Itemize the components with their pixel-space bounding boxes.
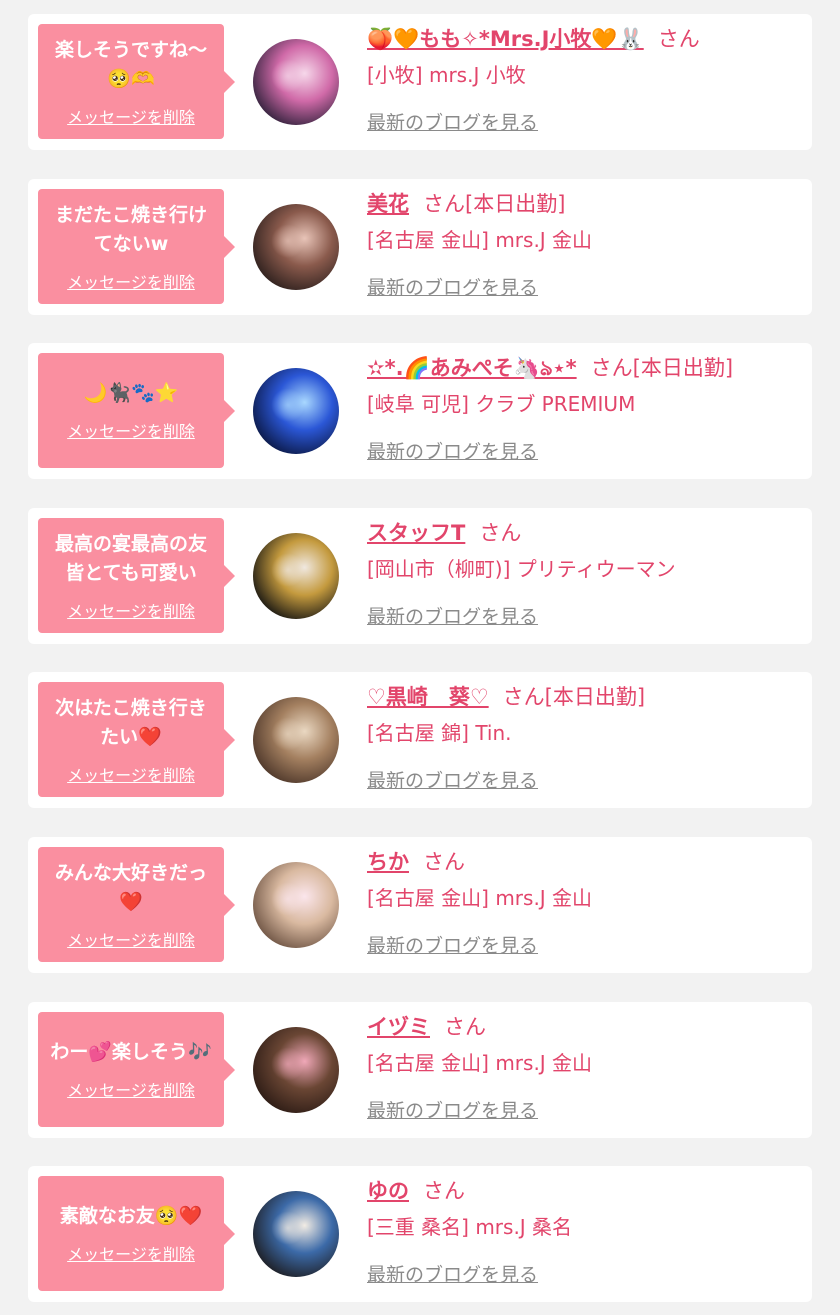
delete-message-link[interactable]: メッセージを削除 [67,418,195,442]
delete-message-link[interactable]: メッセージを削除 [67,1241,195,1265]
latest-blog-link[interactable]: 最新のブログを見る [367,931,538,958]
latest-blog-link[interactable]: 最新のブログを見る [367,602,538,629]
avatar-highlight [271,553,305,587]
shop-name: [名古屋 金山] mrs.J 金山 [367,1051,593,1075]
delete-message-link[interactable]: メッセージを削除 [67,598,195,622]
shop-name: [名古屋 錦] Tin. [367,721,512,745]
message-card: 素敵なお友🥺❤️ メッセージを削除 ゆの さん [三重 桑名] mrs.J 桑名 … [28,1166,812,1302]
name-line: イヅミ さん [367,1012,802,1042]
user-info: 🍑🧡もも✧*Mrs.J小牧🧡🐰 さん [小牧] mrs.J 小牧 最新のブログを見… [367,24,802,135]
avatar[interactable] [253,39,339,125]
user-name-link[interactable]: 🍑🧡もも✧*Mrs.J小牧🧡🐰 [367,27,644,51]
delete-message-link[interactable]: メッセージを削除 [67,1077,195,1101]
latest-blog-link[interactable]: 最新のブログを見る [367,273,538,300]
name-suffix: さん[本日出勤] [502,685,646,709]
avatar[interactable] [253,862,339,948]
shop-name: [小牧] mrs.J 小牧 [367,63,526,87]
message-bubble: 最高の宴最高の友皆とても可愛い メッセージを削除 [38,518,235,633]
avatar-highlight [271,59,305,93]
message-text: まだたこ焼き行けてないw [54,203,207,255]
user-name-link[interactable]: ゆの [367,1179,409,1203]
message-text: 素敵なお友🥺❤️ [59,1205,203,1227]
latest-blog-link[interactable]: 最新のブログを見る [367,437,538,464]
avatar-highlight [271,1211,305,1245]
user-name-link[interactable]: ✫*.🌈あみぺそ🦄ঌ⋆* [367,356,577,380]
latest-blog-link[interactable]: 最新のブログを見る [367,108,538,135]
message-bubble: みんな大好きだっ❤️ メッセージを削除 [38,847,235,962]
user-info: 美花 さん[本日出勤] [名古屋 金山] mrs.J 金山 最新のブログを見る [367,189,802,300]
user-info: ✫*.🌈あみぺそ🦄ঌ⋆* さん[本日出勤] [岐阜 可児] クラブ PREMIUM… [367,353,802,464]
avatar-highlight [271,224,305,258]
message-text: みんな大好きだっ❤️ [54,861,207,913]
name-suffix: さん [479,521,522,545]
message-bubble: 楽しそうですね〜🥺🫶 メッセージを削除 [38,24,235,139]
message-card: 楽しそうですね〜🥺🫶 メッセージを削除 🍑🧡もも✧*Mrs.J小牧🧡🐰 さん [小… [28,14,812,150]
message-bubble: 素敵なお友🥺❤️ メッセージを削除 [38,1176,235,1291]
shop-name: [名古屋 金山] mrs.J 金山 [367,228,593,252]
message-text: 楽しそうですね〜🥺🫶 [54,38,207,90]
avatar[interactable] [253,204,339,290]
user-name-link[interactable]: ちか [367,850,409,874]
message-text: わー💕楽しそう🎶 [50,1041,212,1063]
avatar-highlight [271,1047,305,1081]
name-suffix: さん [423,850,465,874]
user-info: ♡黒崎 葵♡ さん[本日出勤] [名古屋 錦] Tin. 最新のブログを見る [367,682,802,793]
name-line: ゆの さん [367,1176,802,1206]
delete-message-link[interactable]: メッセージを削除 [67,927,195,951]
name-suffix: さん[本日出勤] [423,192,566,216]
shop-name: [三重 桑名] mrs.J 桑名 [367,1215,573,1239]
shop-name: [名古屋 金山] mrs.J 金山 [367,886,593,910]
avatar[interactable] [253,1027,339,1113]
name-line: ✫*.🌈あみぺそ🦄ঌ⋆* さん[本日出勤] [367,353,802,383]
message-text: 🌙🐈‍⬛🐾⭐ [83,382,179,404]
shop-name: [岡山市（柳町)] プリティウーマン [367,557,676,581]
latest-blog-link[interactable]: 最新のブログを見る [367,1096,538,1123]
name-suffix: さん [657,27,700,51]
user-name-link[interactable]: 美花 [367,192,409,216]
message-text: 最高の宴最高の友皆とても可愛い [54,532,207,584]
user-info: イヅミ さん [名古屋 金山] mrs.J 金山 最新のブログを見る [367,1012,802,1123]
message-bubble: まだたこ焼き行けてないw メッセージを削除 [38,189,235,304]
delete-message-link[interactable]: メッセージを削除 [67,762,195,786]
name-line: ♡黒崎 葵♡ さん[本日出勤] [367,682,802,712]
latest-blog-link[interactable]: 最新のブログを見る [367,766,538,793]
message-bubble: わー💕楽しそう🎶 メッセージを削除 [38,1012,235,1127]
name-line: ちか さん [367,847,802,877]
message-card: みんな大好きだっ❤️ メッセージを削除 ちか さん [名古屋 金山] mrs.J … [28,837,812,973]
message-card: 🌙🐈‍⬛🐾⭐ メッセージを削除 ✫*.🌈あみぺそ🦄ঌ⋆* さん[本日出勤] [岐阜… [28,343,812,479]
latest-blog-link[interactable]: 最新のブログを見る [367,1260,538,1287]
name-line: スタッフT さん [367,518,802,548]
shop-name: [岐阜 可児] クラブ PREMIUM [367,392,636,416]
user-info: ゆの さん [三重 桑名] mrs.J 桑名 最新のブログを見る [367,1176,802,1287]
user-name-link[interactable]: ♡黒崎 葵♡ [367,685,489,709]
user-info: ちか さん [名古屋 金山] mrs.J 金山 最新のブログを見る [367,847,802,958]
name-suffix: さん [444,1015,486,1039]
message-bubble: 🌙🐈‍⬛🐾⭐ メッセージを削除 [38,353,235,468]
avatar[interactable] [253,1191,339,1277]
name-suffix: さん[本日出勤] [590,356,734,380]
avatar-highlight [271,717,305,751]
message-text: 次はたこ焼き行きたい❤️ [55,696,207,748]
avatar-highlight [271,388,305,422]
message-bubble: 次はたこ焼き行きたい❤️ メッセージを削除 [38,682,235,797]
avatar[interactable] [253,533,339,619]
avatar[interactable] [253,697,339,783]
message-card: まだたこ焼き行けてないw メッセージを削除 美花 さん[本日出勤] [名古屋 金山… [28,179,812,315]
message-card: 次はたこ焼き行きたい❤️ メッセージを削除 ♡黒崎 葵♡ さん[本日出勤] [名古… [28,672,812,808]
name-line: 🍑🧡もも✧*Mrs.J小牧🧡🐰 さん [367,24,802,54]
avatar-highlight [271,882,305,916]
delete-message-link[interactable]: メッセージを削除 [67,269,195,293]
name-line: 美花 さん[本日出勤] [367,189,802,219]
user-name-link[interactable]: イヅミ [367,1015,430,1039]
user-info: スタッフT さん [岡山市（柳町)] プリティウーマン 最新のブログを見る [367,518,802,629]
message-list: 楽しそうですね〜🥺🫶 メッセージを削除 🍑🧡もも✧*Mrs.J小牧🧡🐰 さん [小… [0,0,840,1315]
name-suffix: さん [423,1179,465,1203]
delete-message-link[interactable]: メッセージを削除 [67,104,195,128]
user-name-link[interactable]: スタッフT [367,521,465,545]
avatar[interactable] [253,368,339,454]
message-card: わー💕楽しそう🎶 メッセージを削除 イヅミ さん [名古屋 金山] mrs.J 金… [28,1002,812,1138]
message-card: 最高の宴最高の友皆とても可愛い メッセージを削除 スタッフT さん [岡山市（柳町… [28,508,812,644]
